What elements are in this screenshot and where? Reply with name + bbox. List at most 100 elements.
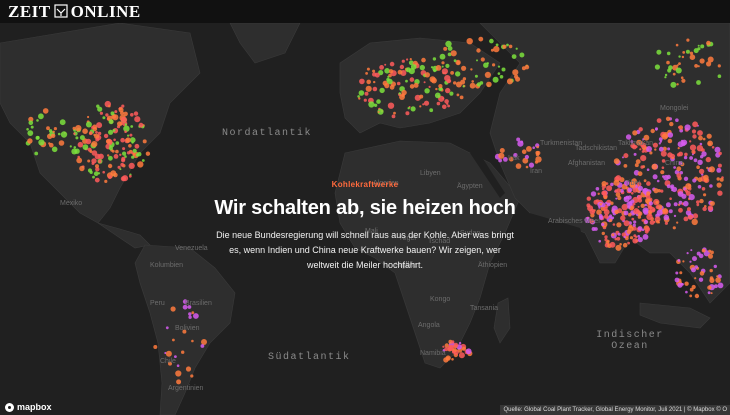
coal-plant-marker [717,64,721,68]
coal-plant-marker [111,149,115,153]
label-iraq: Irak [508,155,520,162]
coal-plant-marker [115,149,119,154]
coal-plant-marker [501,67,506,72]
coal-plant-marker [201,339,207,345]
coal-plant-marker [528,162,535,168]
coal-plant-marker [401,59,405,63]
coal-plant-marker [357,95,360,98]
mapbox-logo[interactable]: mapbox [5,402,52,412]
coal-plant-marker [96,104,100,108]
coal-plant-marker [364,91,369,96]
coal-plant-marker [193,313,199,319]
coal-plant-marker [373,80,376,84]
coal-plant-marker [423,81,426,84]
coal-plant-marker [536,150,541,156]
coal-plant-marker [669,121,674,127]
coal-plant-marker [459,95,464,100]
coal-plant-marker [72,126,76,130]
coal-plant-marker [521,66,526,71]
coal-plant-marker [668,65,673,70]
coal-plant-marker [75,125,82,132]
coal-plant-marker [492,76,499,83]
coal-plant-marker [689,51,694,55]
coal-plant-marker [108,104,111,108]
coal-plant-marker [368,101,375,108]
coal-plant-marker [483,62,489,68]
coal-plant-marker [359,78,365,85]
coal-plant-marker [715,277,721,283]
coal-plant-marker [130,113,134,117]
coal-plant-marker [26,128,29,131]
coal-plant-marker [142,139,147,144]
coal-plant-marker [680,76,684,79]
coal-plant-marker [691,129,697,134]
coal-plant-marker [652,142,659,148]
coal-plant-marker [190,374,194,378]
coal-plant-marker [678,55,681,58]
coal-plant-marker [92,126,98,132]
coal-plant-marker [405,79,408,83]
coal-plant-marker [59,119,66,126]
coal-plant-marker [681,78,686,83]
label-brazil: Brasilien [185,300,212,307]
coal-plant-marker [424,88,430,94]
coal-plant-marker [512,69,519,76]
coal-plant-marker [693,48,699,54]
coal-plant-marker [511,54,517,59]
coal-plant-marker [372,86,378,92]
coal-plant-marker [526,146,532,152]
label-tanzania: Tansania [470,305,499,312]
coal-plant-marker [384,83,390,89]
coal-plant-marker [57,132,61,136]
coal-plant-marker [519,52,525,58]
coal-plant-marker [98,159,102,164]
coal-plant-marker [623,153,629,159]
coal-plant-marker [640,165,644,169]
coal-plant-marker [453,342,459,348]
coal-plant-marker [450,71,454,75]
coal-plant-marker [113,154,119,159]
coal-plant-marker [53,127,58,131]
coal-plant-marker [515,47,518,50]
label-taklamakan: Taklimakan [618,140,654,147]
coal-plant-marker [716,167,722,173]
coal-plant-marker [396,81,401,86]
coal-plant-marker [87,159,91,163]
zeit-online-logo[interactable]: ZEIT ONLINE [8,2,141,22]
coal-plant-marker [52,130,55,133]
coal-plant-marker [656,49,662,55]
label-indian-ocean: Indischer Ozean [595,330,665,352]
coal-plant-marker [108,146,113,151]
coal-plant-marker [124,123,128,126]
coal-plant-marker [85,138,92,145]
coal-plant-marker [46,126,50,131]
coal-plant-marker [493,45,500,53]
coal-plant-marker [497,65,501,68]
coal-plant-marker [36,119,39,122]
coal-plant-marker [451,358,454,361]
coal-plant-marker [700,155,704,159]
coal-plant-marker [506,43,509,47]
coal-plant-marker [492,63,496,67]
coal-plant-marker [393,111,396,115]
coal-plant-marker [502,44,507,49]
coal-plant-marker [102,170,105,174]
coal-plant-marker [694,277,697,280]
coal-plant-marker [446,102,449,105]
coal-plant-marker [191,311,195,315]
coal-plant-marker [692,121,698,128]
coal-plant-marker [419,94,424,99]
coal-plant-marker [661,133,668,140]
coal-plant-marker [105,139,111,144]
coal-plant-marker [692,151,696,154]
attribution[interactable]: Quelle: Global Coal Plant Tracker, Globa… [500,405,730,415]
coal-plant-marker [60,131,68,138]
coal-plant-marker [92,175,95,179]
coal-plant-marker [495,43,499,47]
coal-plant-marker [430,66,434,69]
coal-plant-marker [660,150,667,157]
coal-plant-marker [444,99,449,104]
coal-plant-marker [658,142,661,145]
coal-plant-marker [125,137,131,143]
coal-plant-marker [474,74,478,78]
